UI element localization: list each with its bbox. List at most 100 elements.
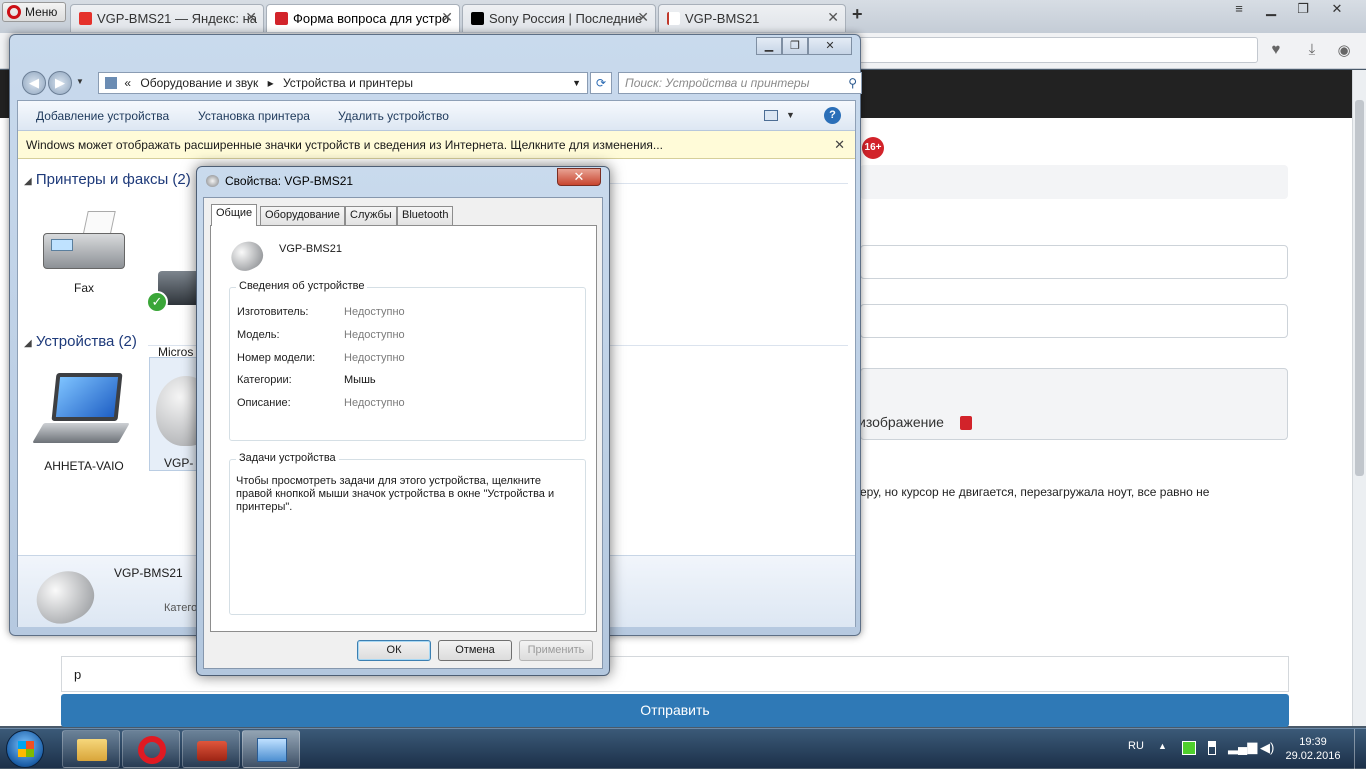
ok-button[interactable]: ОК bbox=[357, 640, 431, 661]
chevron-down-icon[interactable]: ▼ bbox=[786, 110, 795, 120]
search-input[interactable]: Поиск: Устройства и принтеры ⚲ bbox=[618, 72, 862, 94]
printer-icon: ✓ bbox=[146, 265, 202, 317]
tray-expand-icon[interactable]: ▲ bbox=[1158, 741, 1167, 751]
taskbar-explorer[interactable] bbox=[62, 730, 120, 768]
tab-services[interactable]: Службы bbox=[345, 206, 397, 225]
cancel-button[interactable]: Отмена bbox=[438, 640, 512, 661]
battery-icon[interactable] bbox=[1208, 741, 1216, 755]
info-bar[interactable]: Windows может отображать расширенные зна… bbox=[18, 131, 855, 159]
page-input[interactable] bbox=[860, 245, 1288, 279]
tab-sony[interactable]: Sony Россия | Последние ✕ bbox=[462, 4, 656, 32]
opera-menu-button[interactable]: Меню bbox=[2, 2, 66, 22]
breadcrumb-item[interactable]: Устройства и принтеры bbox=[283, 76, 413, 90]
minimize-button[interactable]: ▁ bbox=[1256, 0, 1286, 20]
tab-label: VGP-BMS21 — Яндекс: на bbox=[97, 11, 257, 26]
refresh-button[interactable]: ⟳ bbox=[590, 72, 612, 94]
tab-general[interactable]: Общие bbox=[211, 204, 258, 226]
clock-date: 29.02.2016 bbox=[1285, 750, 1341, 762]
close-tab-icon[interactable]: ✕ bbox=[245, 9, 257, 26]
categories-value: Мышь bbox=[344, 374, 376, 386]
tasks-text: Чтобы просмотреть задачи для этого устро… bbox=[236, 475, 555, 513]
device-mouse[interactable]: VGP- bbox=[149, 357, 199, 471]
command-bar: Добавление устройства Установка принтера… bbox=[18, 101, 855, 131]
toolbox-icon bbox=[197, 741, 227, 761]
close-window-button[interactable]: ✕ bbox=[1322, 0, 1352, 20]
language-indicator[interactable]: RU bbox=[1128, 740, 1144, 752]
close-dialog-button[interactable]: ✕ bbox=[557, 168, 601, 186]
model-number-label: Номер модели: bbox=[237, 352, 316, 364]
printers-group-header[interactable]: ◢ Принтеры и факсы (2) bbox=[24, 171, 191, 188]
device-tasks-group: Задачи устройства Чтобы просмотреть зада… bbox=[229, 452, 586, 615]
close-tab-icon[interactable]: ✕ bbox=[827, 9, 839, 26]
view-options-icon[interactable] bbox=[764, 110, 778, 121]
taskbar-opera[interactable] bbox=[122, 730, 180, 768]
details-category-label: Катего bbox=[164, 602, 198, 614]
add-device-button[interactable]: Добавление устройства bbox=[36, 109, 169, 123]
mouse-icon bbox=[206, 175, 219, 187]
sidebar-toggle-icon[interactable]: ◉ bbox=[1334, 41, 1354, 61]
insert-image-link[interactable]: изображение bbox=[858, 414, 944, 430]
breadcrumb[interactable]: « Оборудование и звук ▸ Устройства и при… bbox=[98, 72, 588, 94]
tab-bluetooth[interactable]: Bluetooth bbox=[397, 206, 454, 225]
tab-label: Sony Россия | Последние bbox=[489, 11, 643, 26]
new-tab-button[interactable]: + bbox=[852, 4, 863, 25]
device-fax[interactable]: Fax bbox=[34, 211, 134, 295]
clock[interactable]: 19:39 29.02.2016 bbox=[1278, 735, 1348, 763]
send-button[interactable]: Отправить bbox=[61, 694, 1289, 727]
breadcrumb-separator: ▸ bbox=[267, 76, 274, 90]
minimize-button[interactable]: ▁ bbox=[756, 37, 782, 55]
close-tab-icon[interactable]: ✕ bbox=[441, 9, 453, 26]
address-dropdown-icon[interactable]: ▼ bbox=[572, 73, 581, 93]
forward-button[interactable]: ▶ bbox=[48, 71, 72, 95]
control-panel-icon bbox=[105, 77, 117, 89]
page-scrollbar[interactable] bbox=[1352, 70, 1366, 726]
model-label: Модель: bbox=[237, 329, 280, 341]
tab-vgp[interactable]: VGP-BMS21 ✕ bbox=[658, 4, 846, 32]
tab-hardware[interactable]: Оборудование bbox=[260, 206, 345, 225]
tab-question-form[interactable]: Форма вопроса для устро ✕ bbox=[266, 4, 460, 32]
youtube-icon[interactable] bbox=[960, 416, 972, 430]
history-dropdown-icon[interactable]: ▼ bbox=[76, 77, 84, 86]
download-icon[interactable]: ⤓ bbox=[1302, 41, 1322, 61]
help-icon[interactable]: ? bbox=[824, 107, 841, 124]
clock-time: 19:39 bbox=[1299, 736, 1327, 748]
heart-icon[interactable]: ♥ bbox=[1266, 41, 1286, 61]
taskbar-control-panel[interactable] bbox=[242, 730, 300, 768]
search-icon[interactable]: ⚲ bbox=[848, 73, 857, 93]
close-tab-icon[interactable]: ✕ bbox=[637, 9, 649, 26]
close-window-button[interactable]: ✕ bbox=[808, 37, 852, 55]
collapse-icon[interactable]: ◢ bbox=[24, 176, 32, 187]
close-icon[interactable]: ✕ bbox=[834, 131, 845, 159]
breadcrumb-item[interactable]: Оборудование и звук bbox=[140, 76, 258, 90]
page-input[interactable] bbox=[860, 304, 1288, 338]
devices-group-header[interactable]: ◢ Устройства (2) bbox=[24, 333, 137, 350]
model-number-value: Недоступно bbox=[344, 352, 405, 364]
site-favicon-icon bbox=[275, 12, 288, 25]
page-panel bbox=[860, 165, 1288, 199]
tab-yandex[interactable]: VGP-BMS21 — Яндекс: на ✕ bbox=[70, 4, 264, 32]
maximize-button[interactable]: ❐ bbox=[1288, 0, 1318, 20]
add-printer-button[interactable]: Установка принтера bbox=[198, 109, 310, 123]
fax-icon bbox=[41, 211, 127, 275]
mouse-icon bbox=[156, 376, 199, 446]
tab-menu-icon[interactable]: ≡ bbox=[1224, 0, 1254, 20]
show-desktop-button[interactable] bbox=[1354, 729, 1366, 769]
description-label: Описание: bbox=[237, 397, 291, 409]
apply-button[interactable]: Применить bbox=[519, 640, 593, 661]
network-icon[interactable]: ▂▄▆ bbox=[1228, 739, 1257, 755]
breadcrumb-root[interactable]: « bbox=[124, 76, 131, 90]
collapse-icon[interactable]: ◢ bbox=[24, 338, 32, 349]
device-computer[interactable]: AHHETA-VAIO bbox=[32, 373, 134, 473]
scrollbar-thumb[interactable] bbox=[1355, 100, 1364, 476]
maximize-button[interactable]: ❐ bbox=[782, 37, 808, 55]
volume-icon[interactable]: ◀) bbox=[1260, 740, 1274, 756]
battery-manager-icon[interactable] bbox=[1182, 741, 1196, 755]
menu-label: Меню bbox=[25, 5, 58, 19]
group-label: Принтеры и факсы (2) bbox=[35, 171, 191, 188]
device-label: Fax bbox=[73, 281, 94, 295]
back-button[interactable]: ◀ bbox=[22, 71, 46, 95]
taskbar-toolbox[interactable] bbox=[182, 730, 240, 768]
start-button[interactable] bbox=[6, 730, 44, 768]
remove-device-button[interactable]: Удалить устройство bbox=[338, 109, 449, 123]
manufacturer-label: Изготовитель: bbox=[237, 306, 309, 318]
